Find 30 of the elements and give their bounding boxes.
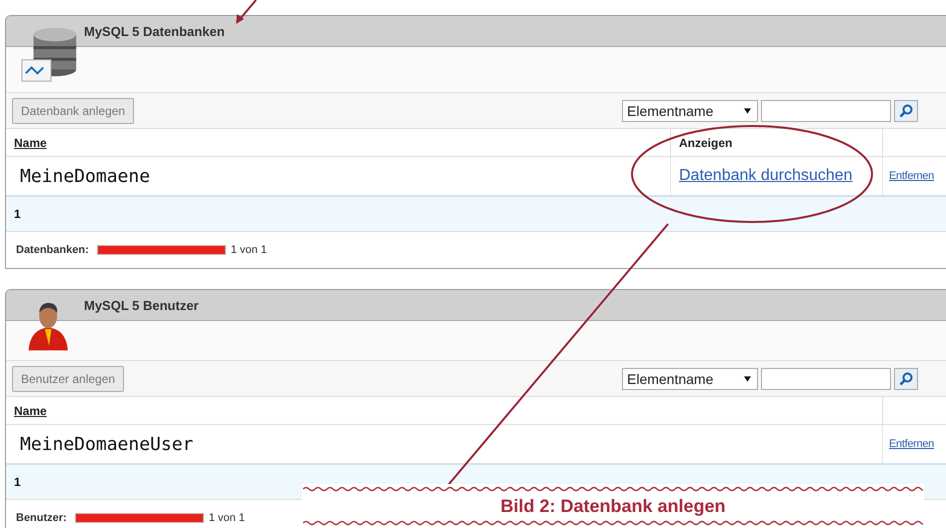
search-button[interactable] xyxy=(894,368,918,390)
panel-title: MySQL 5 Datenbanken xyxy=(84,24,225,38)
create-button[interactable]: Benutzer anlegen xyxy=(12,366,124,392)
filter-dropdown[interactable]: Elementname xyxy=(622,368,758,390)
remove-link[interactable]: Entfernen xyxy=(889,438,934,450)
arrow xyxy=(236,0,257,24)
create-button[interactable]: Datenbank anlegen xyxy=(12,98,134,124)
browse-link[interactable]: Datenbank durchsuchen xyxy=(679,167,852,185)
item-count: 1 xyxy=(14,207,21,221)
usage-reading: 1 von 1 xyxy=(230,244,267,256)
usage-label: Datenbanken: xyxy=(16,244,89,256)
column-header: Anzeigen xyxy=(679,136,732,150)
panel-title: MySQL 5 Benutzer xyxy=(84,298,199,312)
caret-icon xyxy=(744,108,751,114)
item-count: 1 xyxy=(14,475,21,489)
usage-label: Benutzer: xyxy=(16,512,67,524)
search-icon xyxy=(899,104,913,118)
caret-icon xyxy=(744,376,751,382)
caption: Bild 2: Datenbank anlegen xyxy=(500,496,726,516)
search-field[interactable] xyxy=(761,100,891,122)
filter-dropdown[interactable]: Elementname xyxy=(622,100,758,122)
usage-reading: 1 von 1 xyxy=(208,512,245,524)
table-cell: MeineDomaeneUser xyxy=(20,434,194,454)
column-sort-link[interactable]: Name xyxy=(14,136,47,150)
column-sort-link[interactable]: Name xyxy=(14,404,47,418)
search-button[interactable] xyxy=(894,100,918,122)
search-icon xyxy=(899,372,913,386)
search-field[interactable] xyxy=(761,368,891,390)
table-cell: MeineDomaene xyxy=(20,166,150,186)
remove-link[interactable]: Entfernen xyxy=(889,170,934,182)
